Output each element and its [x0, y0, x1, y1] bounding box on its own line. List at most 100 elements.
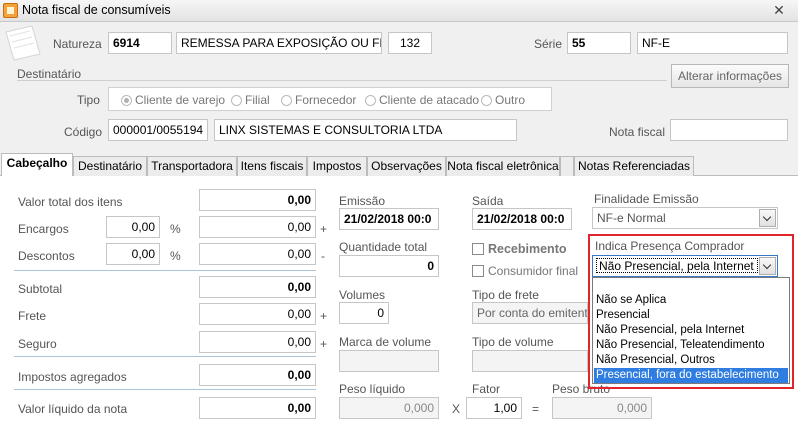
natureza-label: Natureza	[53, 37, 102, 51]
document-icon	[5, 25, 41, 61]
seguro-label: Seguro	[18, 337, 57, 351]
impostos-label: Impostos agregados	[18, 370, 127, 384]
descontos-label: Descontos	[18, 249, 75, 263]
encargos-field[interactable]: 0,00	[199, 216, 316, 238]
presenca-option[interactable]: Não Presencial, Outros	[594, 353, 788, 368]
quantidade-field[interactable]: 0	[339, 255, 439, 277]
radio-selected-icon	[121, 95, 132, 106]
encargos-label: Encargos	[18, 222, 69, 236]
tab-impostos[interactable]: Impostos	[307, 156, 367, 176]
tab-cabecalho[interactable]: Cabeçalho	[1, 153, 73, 176]
tipo-volume-label: Tipo de volume	[472, 335, 554, 349]
tab-itens-fiscais[interactable]: Itens fiscais	[237, 156, 307, 176]
tab-spacer	[560, 156, 574, 176]
tab-observacoes[interactable]: Observações	[367, 156, 446, 176]
radio-icon	[481, 95, 492, 106]
presenca-option[interactable]: Presencial	[594, 308, 788, 323]
tab-notas-referenciadas[interactable]: Notas Referenciadas	[574, 156, 694, 176]
saida-label: Saída	[472, 194, 504, 208]
quantidade-label: Quantidade total	[339, 240, 428, 254]
volumes-field[interactable]: 0	[339, 302, 389, 324]
encargos-pct-sign: %	[170, 222, 181, 236]
descontos-pct-sign: %	[170, 249, 181, 263]
encargos-pct-field[interactable]: 0,00	[106, 216, 160, 238]
fator-field[interactable]: 1,00	[466, 397, 522, 419]
tab-transportadora[interactable]: Transportadora	[147, 156, 237, 176]
chevron-down-icon	[759, 209, 776, 227]
radio-cliente-varejo[interactable]: Cliente de varejo	[121, 93, 225, 107]
liquido-field[interactable]: 0,00	[199, 397, 316, 419]
presenca-option[interactable]: Não Presencial, Teleatendimento	[594, 338, 788, 353]
emissao-label: Emissão	[339, 194, 386, 208]
frete-plus: +	[320, 309, 328, 323]
subtotal-field[interactable]: 0,00	[199, 276, 316, 298]
nota-fiscal-field[interactable]	[670, 119, 788, 141]
presenca-label: Indica Presença Comprador	[595, 239, 745, 253]
presenca-dropdown-list: Não se Aplica Presencial Não Presencial,…	[592, 277, 790, 384]
radio-fornecedor[interactable]: Fornecedor	[281, 93, 356, 107]
volumes-label: Volumes	[339, 288, 386, 302]
destinatario-divider	[17, 80, 667, 81]
tab-nota-fiscal-eletronica[interactable]: Nota fiscal eletrônica	[446, 156, 560, 176]
encargos-plus: +	[320, 222, 328, 236]
marca-volume-field[interactable]	[339, 350, 439, 372]
window-title: Nota fiscal de consumíveis	[22, 3, 171, 17]
descontos-field[interactable]: 0,00	[199, 243, 316, 265]
seguro-plus: +	[320, 337, 328, 351]
subtotal-divider	[14, 270, 316, 271]
impostos-field[interactable]: 0,00	[199, 364, 316, 386]
fator-label: Fator	[472, 382, 501, 396]
finalidade-select[interactable]: NF-e Normal	[592, 207, 778, 229]
tipo-frete-label: Tipo de frete	[472, 288, 539, 302]
radio-filial[interactable]: Filial	[231, 93, 270, 107]
peso-bruto-field[interactable]: 0,000	[552, 397, 652, 419]
subtotal-label: Subtotal	[18, 282, 63, 296]
alterar-informacoes-button[interactable]: Alterar informações	[671, 64, 789, 88]
nota-fiscal-label: Nota fiscal	[609, 125, 666, 139]
codigo-field[interactable]: 000001/0055194	[108, 119, 208, 141]
codigo-label: Código	[64, 125, 103, 139]
tipo-frete-select[interactable]: Por conta do emitente	[472, 302, 588, 324]
valor-total-label: Valor total dos itens	[18, 195, 123, 209]
radio-icon	[365, 95, 376, 106]
valor-total-field[interactable]: 0,00	[199, 189, 316, 211]
presenca-option[interactable]: Não Presencial, pela Internet	[594, 323, 788, 338]
presenca-option[interactable]: Não se Aplica	[594, 293, 788, 308]
close-button[interactable]: ✕	[764, 1, 794, 20]
tipo-volume-field[interactable]	[472, 350, 588, 372]
peso-liquido-field[interactable]: 0,000	[339, 397, 439, 419]
times-operator: X	[452, 402, 461, 416]
presenca-select[interactable]: Não Presencial, pela Internet	[592, 255, 778, 277]
chevron-down-icon[interactable]	[759, 257, 776, 275]
seguro-field[interactable]: 0,00	[199, 331, 316, 353]
destinatario-group-label: Destinatário	[17, 67, 82, 81]
radio-cliente-atacado[interactable]: Cliente de atacado	[365, 93, 479, 107]
frete-label: Frete	[18, 309, 47, 323]
liquido-divider	[14, 389, 316, 390]
saida-field[interactable]: 21/02/2018 00:0	[472, 208, 572, 230]
consumidor-final-checkbox[interactable]: Consumidor final	[472, 264, 578, 278]
serie-field[interactable]: 55	[567, 32, 631, 54]
descontos-pct-field[interactable]: 0,00	[106, 243, 160, 265]
descontos-minus: -	[321, 249, 325, 263]
marca-volume-label: Marca de volume	[339, 335, 432, 349]
radio-icon	[231, 95, 242, 106]
serie-type-field[interactable]: NF-E	[637, 32, 788, 54]
tipo-label: Tipo	[77, 93, 100, 107]
radio-outro[interactable]: Outro	[481, 93, 525, 107]
radio-icon	[281, 95, 292, 106]
presenca-option-highlighted[interactable]: Presencial, fora do estabelecimento	[594, 368, 788, 383]
cliente-nome-field[interactable]: LINX SISTEMAS E CONSULTORIA LTDA	[214, 119, 517, 141]
tab-destinatario[interactable]: Destinatário	[73, 156, 147, 176]
peso-liquido-label: Peso líquido	[339, 382, 406, 396]
finalidade-label: Finalidade Emissão	[594, 192, 699, 206]
natureza-num-field[interactable]: 132	[388, 32, 432, 54]
impostos-divider	[14, 356, 316, 357]
checkbox-icon	[472, 265, 484, 277]
liquido-label: Valor líquido da nota	[18, 402, 128, 416]
recebimento-checkbox[interactable]: Recebimento	[472, 242, 567, 256]
frete-field[interactable]: 0,00	[199, 303, 316, 325]
natureza-code-field[interactable]: 6914	[108, 32, 172, 54]
emissao-field[interactable]: 21/02/2018 00:0	[339, 208, 439, 230]
natureza-desc-field[interactable]: REMESSA PARA EXPOSIÇÃO OU FEIRA	[176, 32, 382, 54]
